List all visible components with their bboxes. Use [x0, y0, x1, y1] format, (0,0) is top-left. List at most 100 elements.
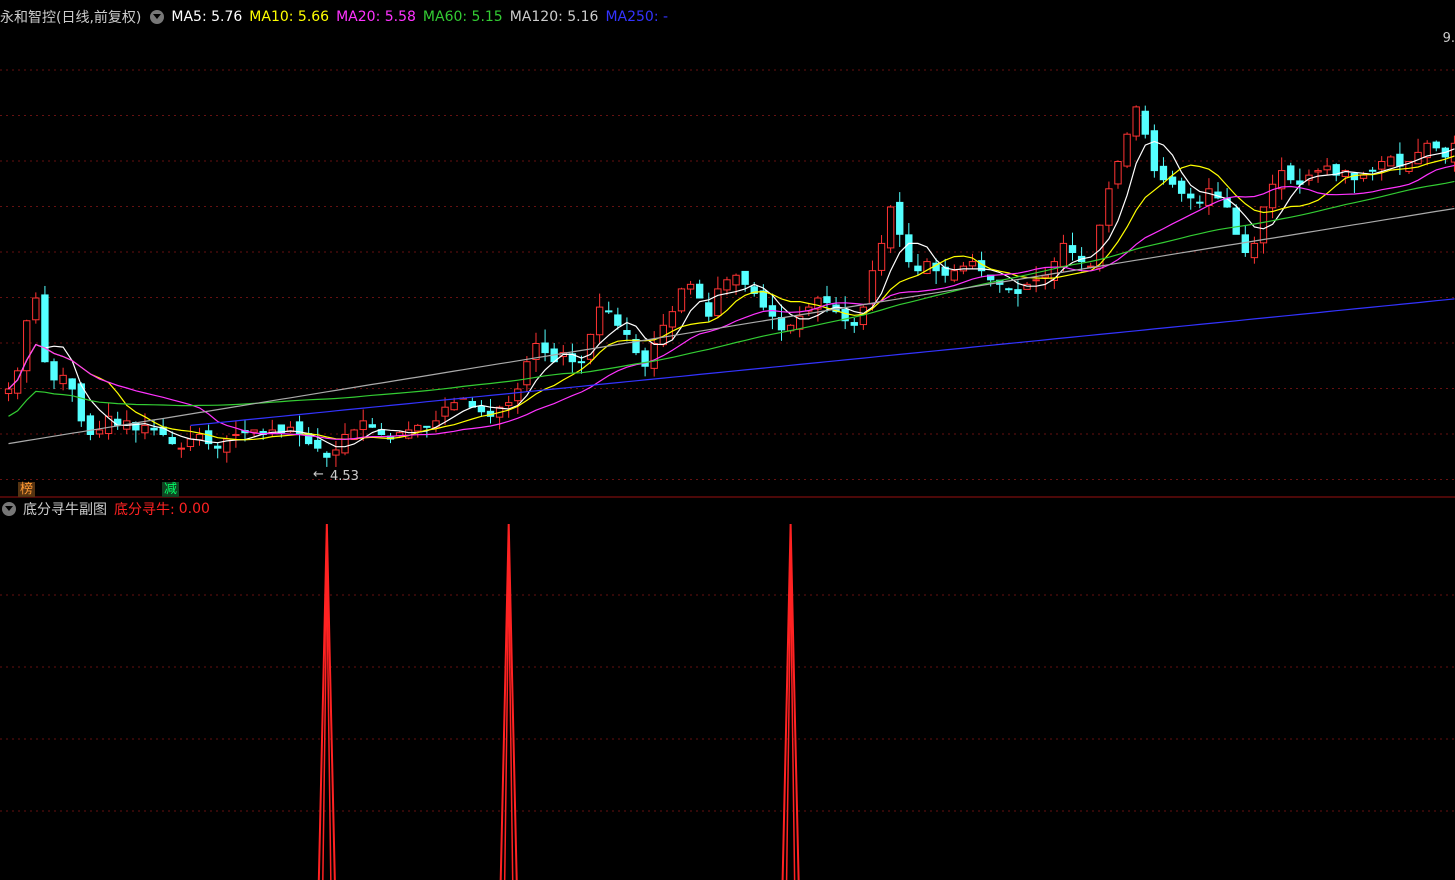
candle-body: [1187, 193, 1195, 199]
candle-body: [1177, 180, 1186, 194]
candle-body: [250, 429, 258, 433]
candle-body: [168, 437, 176, 445]
candle-body: [141, 424, 149, 434]
signal-spike-inner-2: [785, 523, 796, 880]
candle-body: [605, 310, 613, 313]
candle-body: [1014, 289, 1022, 294]
candle-body: [1432, 141, 1440, 149]
candle-body: [905, 234, 913, 263]
main-dropdown-icon[interactable]: [150, 10, 165, 24]
ma-legend-4: MA120: 5.16: [509, 9, 599, 25]
candle-body: [759, 290, 768, 308]
candle-body: [232, 434, 240, 436]
candle-body: [1314, 170, 1322, 173]
candle-body: [50, 361, 58, 381]
candle-body: [1032, 279, 1040, 282]
candle-body: [341, 434, 349, 454]
sub-series-value: 0.00: [178, 501, 210, 517]
candle-body: [95, 429, 104, 435]
ma-legend-3: MA60: 5.15: [422, 9, 503, 25]
candle-body: [1378, 161, 1386, 170]
candle-body: [4, 388, 13, 395]
candle-body: [1223, 197, 1231, 208]
candle-body: [714, 288, 722, 317]
ma-line-MA120: [8, 207, 1455, 445]
candle-body: [68, 378, 76, 390]
candle-body: [41, 294, 49, 363]
candle-body: [404, 429, 413, 439]
sub-series-label: 底分寻牛:: [114, 502, 175, 518]
candle-body: [368, 424, 376, 428]
candle-body: [450, 402, 458, 411]
candle-body: [1005, 288, 1013, 291]
candle-body: [1323, 165, 1331, 171]
candle-body: [332, 449, 340, 456]
candle-body: [177, 447, 186, 450]
candle-body: [1359, 174, 1368, 179]
candle-body: [877, 242, 886, 271]
candle-body: [505, 402, 513, 406]
candle-body: [1114, 161, 1122, 185]
candle-body: [1059, 242, 1068, 267]
candle-body: [705, 302, 713, 317]
candle-body: [23, 320, 31, 372]
candle-body: [968, 261, 977, 267]
candle-body: [577, 361, 586, 364]
candle-body: [1168, 176, 1177, 185]
ma-legend-0: MA5: 5.76: [171, 9, 243, 25]
candle-body: [686, 283, 695, 290]
candle-body: [1241, 234, 1249, 254]
ma-legend-5: MA250: -: [605, 9, 669, 25]
candle-body: [86, 415, 95, 436]
candle-body: [423, 425, 431, 428]
candle-body: [1159, 165, 1168, 181]
candle-body: [1368, 169, 1377, 172]
main-legend: 永和智控(日线,前复权) MA5: 5.76 MA10: 5.66 MA20: 5.…: [0, 6, 675, 28]
candle-body: [695, 283, 704, 299]
candle-body: [150, 427, 158, 431]
badge-reduce[interactable]: 减: [162, 482, 180, 497]
ma-line-MA250: [190, 298, 1455, 426]
low-price-marker: 4.53: [330, 469, 359, 484]
candle-body: [1141, 110, 1149, 135]
candle-body: [1250, 242, 1259, 259]
candle-body: [1387, 156, 1395, 167]
candle-body: [1396, 153, 1404, 167]
candle-body: [850, 322, 858, 326]
sub-dropdown-icon[interactable]: [2, 502, 16, 516]
candle-body: [477, 405, 486, 413]
candle-body: [214, 445, 222, 449]
candle-body: [1414, 151, 1422, 165]
sub-legend: 底分寻牛副图 底分寻牛: 0.00: [0, 498, 217, 520]
candle-body: [1268, 183, 1277, 209]
candle-body: [1287, 165, 1295, 181]
price-axis-label: 9.: [1442, 31, 1455, 46]
badge-rank[interactable]: 榜: [18, 482, 36, 497]
candle-body: [1232, 207, 1240, 235]
candle-body: [886, 206, 895, 249]
candle-body: [914, 265, 922, 272]
candle-body: [1277, 170, 1286, 190]
candle-body: [104, 415, 113, 435]
candle-body: [59, 374, 67, 385]
candle-body: [723, 279, 731, 291]
candle-body: [359, 420, 367, 431]
candle-body: [1450, 142, 1455, 163]
candle-body: [1205, 188, 1213, 206]
ma-legend-1: MA10: 5.66: [249, 9, 330, 25]
candle-body: [650, 343, 658, 369]
signal-spike-inner-1: [503, 523, 514, 880]
candle-body: [1105, 188, 1113, 226]
sub-title: 底分寻牛副图: [23, 502, 107, 518]
ma-line-MA5: [8, 140, 1455, 448]
candle-body: [523, 361, 531, 386]
candle-body: [1196, 201, 1204, 204]
candle-body: [823, 296, 831, 304]
candle-body: [514, 388, 522, 402]
candle-body: [195, 434, 204, 441]
candle-body: [323, 452, 331, 458]
candle-body: [1132, 106, 1140, 137]
candle-body: [414, 424, 422, 432]
candle-body: [113, 418, 122, 426]
candle-body: [732, 274, 740, 286]
